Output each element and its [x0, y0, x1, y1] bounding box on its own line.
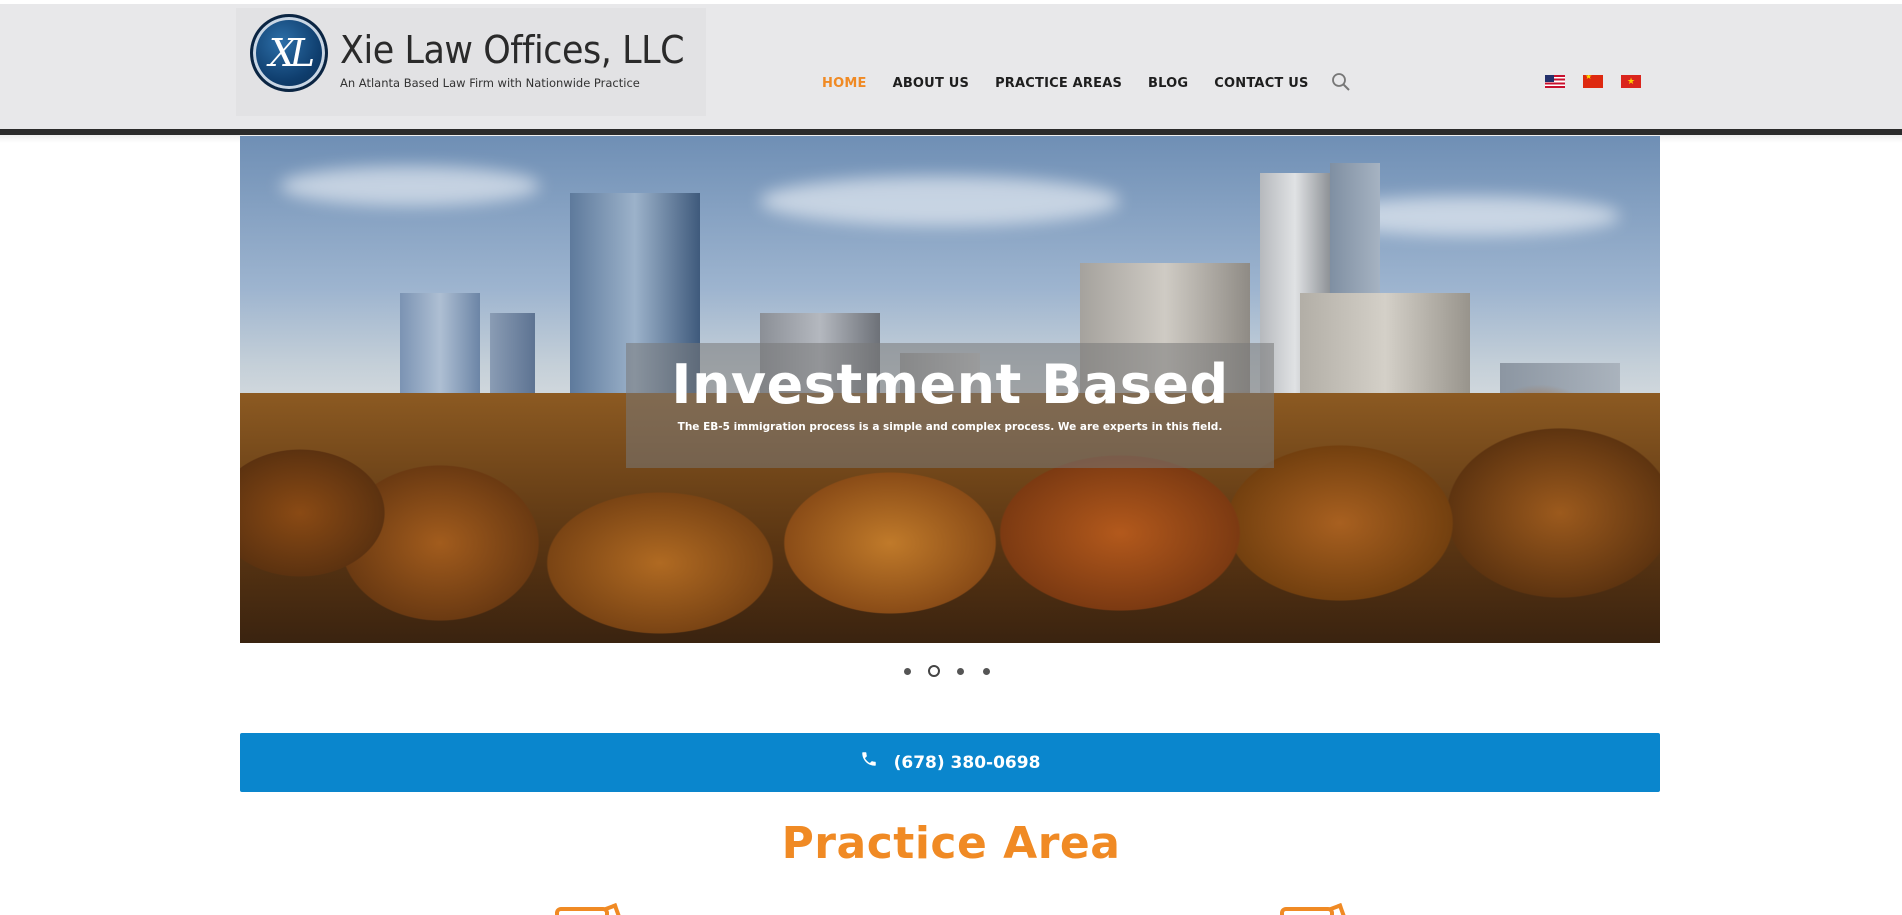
hero-title: Investment Based [671, 353, 1229, 416]
nav-practice-areas[interactable]: PRACTICE AREAS [995, 76, 1122, 91]
us-flag-icon[interactable] [1545, 75, 1565, 88]
phone-icon [860, 750, 878, 768]
search-icon[interactable] [1331, 72, 1351, 92]
slider-dot-4[interactable] [983, 667, 990, 675]
site-logo[interactable]: XL Xie Law Offices, LLC An Atlanta Based… [236, 8, 706, 116]
slider-dot-3[interactable] [957, 667, 964, 675]
vietnam-flag-icon[interactable]: ★ [1621, 75, 1641, 88]
hero-caption: Investment Based The EB-5 immigration pr… [626, 343, 1274, 468]
section-title-practice-area: Practice Area [781, 818, 1121, 869]
hero-slider[interactable]: Investment Based The EB-5 immigration pr… [240, 136, 1660, 643]
logo-emblem-text: XL [268, 31, 315, 75]
logo-emblem: XL [250, 14, 328, 92]
logo-tagline: An Atlanta Based Law Firm with Nationwid… [340, 76, 640, 90]
nav-home[interactable]: HOME [822, 76, 867, 91]
language-switcher: ★ [1545, 75, 1659, 88]
slider-dot-1[interactable] [904, 667, 911, 675]
practice-area-icon[interactable] [555, 903, 625, 915]
nav-about-us[interactable]: ABOUT US [893, 76, 970, 91]
nav-blog[interactable]: BLOG [1148, 76, 1188, 91]
slider-pagination [904, 665, 1009, 677]
main-nav: HOME ABOUT US PRACTICE AREAS BLOG CONTAC… [822, 72, 1351, 92]
hero-subtitle: The EB-5 immigration process is a simple… [677, 421, 1223, 433]
site-header: XL Xie Law Offices, LLC An Atlanta Based… [0, 0, 1902, 135]
phone-number: (678) 380-0698 [893, 752, 1041, 773]
nav-contact-us[interactable]: CONTACT US [1214, 76, 1308, 91]
call-phone-button[interactable]: (678) 380-0698 [240, 733, 1660, 792]
practice-area-icon[interactable] [1280, 903, 1350, 915]
cloud [280, 166, 540, 206]
slider-dot-2[interactable] [928, 665, 940, 677]
cloud [760, 176, 1120, 226]
header-top-strip [0, 0, 1902, 4]
china-flag-icon[interactable] [1583, 75, 1603, 88]
logo-title: Xie Law Offices, LLC [340, 28, 685, 72]
